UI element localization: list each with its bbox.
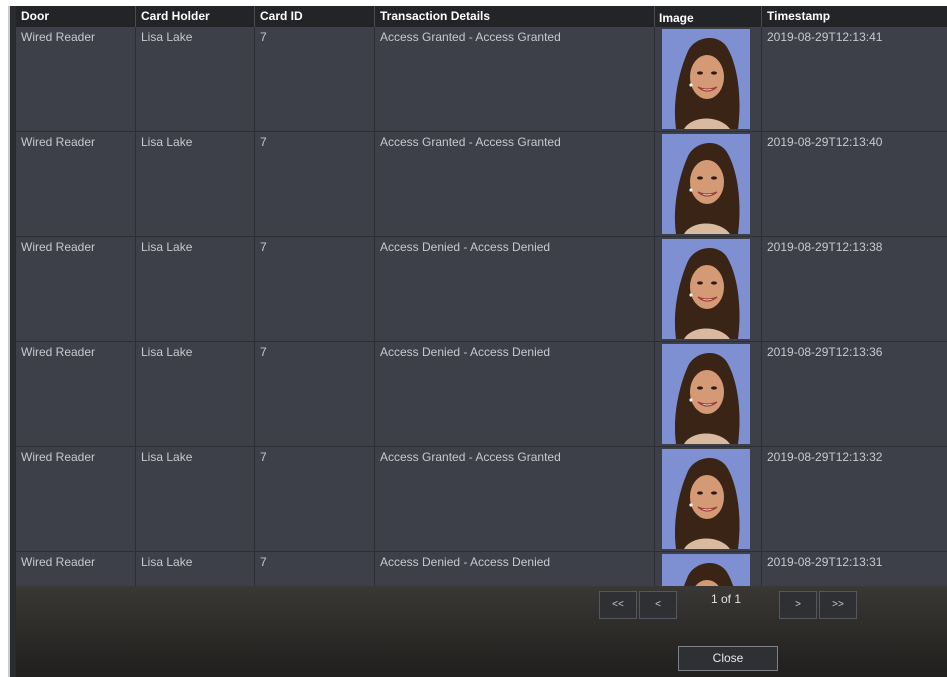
table-row[interactable]: Wired Reader Lisa Lake 7 Access Denied -…	[16, 552, 947, 586]
event-history-panel: Door Card Holder Card ID Transaction Det…	[8, 6, 947, 677]
current-page: 1	[710, 592, 718, 606]
card-id-cell: 7	[255, 447, 375, 551]
card-id-cell: 7	[255, 27, 375, 131]
transaction-details-cell: Access Granted - Access Granted	[375, 27, 655, 131]
card-holder-cell: Lisa Lake	[136, 447, 255, 551]
transaction-details-cell: Access Granted - Access Granted	[375, 447, 655, 551]
image-cell	[655, 237, 762, 341]
card-id-cell: 7	[255, 342, 375, 446]
table-header: Door Card Holder Card ID Transaction Det…	[16, 6, 947, 27]
timestamp-cell: 2019-08-29T12:13:36	[767, 345, 883, 359]
next-page-button[interactable]: >	[779, 591, 817, 619]
transaction-details-cell: Access Granted - Access Granted	[375, 132, 655, 236]
timestamp-cell: 2019-08-29T12:13:41	[767, 30, 883, 44]
image-cell	[655, 447, 762, 551]
timestamp-cell: 2019-08-29T12:13:31	[767, 555, 883, 569]
door-cell: Wired Reader	[16, 27, 136, 131]
image-cell	[655, 552, 762, 586]
column-header-timestamp[interactable]: Timestamp	[762, 6, 947, 27]
close-button[interactable]: Close	[678, 646, 778, 671]
door-cell: Wired Reader	[16, 132, 136, 236]
transaction-details-cell: Access Denied - Access Denied	[375, 342, 655, 446]
transaction-details-cell: Access Denied - Access Denied	[375, 237, 655, 341]
column-header-card-id[interactable]: Card ID	[255, 6, 375, 27]
table-row[interactable]: Wired Reader Lisa Lake 7 Access Denied -…	[16, 342, 947, 447]
table-row[interactable]: Wired Reader Lisa Lake 7 Access Granted …	[16, 27, 947, 132]
door-cell: Wired Reader	[16, 552, 136, 586]
door-cell: Wired Reader	[16, 342, 136, 446]
previous-page-button[interactable]: <	[639, 591, 677, 619]
events-table: Wired Reader Lisa Lake 7 Access Granted …	[16, 27, 947, 586]
column-header-image[interactable]: Image	[655, 6, 762, 27]
table-row[interactable]: Wired Reader Lisa Lake 7 Access Granted …	[16, 447, 947, 552]
cardholder-photo	[662, 239, 750, 339]
first-page-button[interactable]: <<	[599, 591, 637, 619]
column-header-door[interactable]: Door	[16, 6, 136, 27]
card-id-cell: 7	[255, 552, 375, 586]
image-cell	[655, 27, 762, 131]
card-holder-cell: Lisa Lake	[136, 342, 255, 446]
image-cell	[655, 132, 762, 236]
timestamp-cell: 2019-08-29T12:13:40	[767, 135, 883, 149]
column-header-transaction-details[interactable]: Transaction Details	[375, 6, 655, 27]
cardholder-photo	[662, 29, 750, 129]
card-id-cell: 7	[255, 237, 375, 341]
page-indicator: 1 of 1	[696, 592, 756, 606]
card-id-cell: 7	[255, 132, 375, 236]
table-row[interactable]: Wired Reader Lisa Lake 7 Access Denied -…	[16, 237, 947, 342]
transaction-details-cell: Access Denied - Access Denied	[375, 552, 655, 586]
image-cell	[655, 342, 762, 446]
door-cell: Wired Reader	[16, 237, 136, 341]
table-row[interactable]: Wired Reader Lisa Lake 7 Access Granted …	[16, 132, 947, 237]
column-header-card-holder[interactable]: Card Holder	[136, 6, 255, 27]
cardholder-photo	[662, 449, 750, 549]
door-cell: Wired Reader	[16, 447, 136, 551]
cardholder-photo	[662, 344, 750, 444]
panel-left-border	[8, 6, 10, 677]
card-holder-cell: Lisa Lake	[136, 552, 255, 586]
page-of-label: of	[720, 592, 731, 606]
cardholder-photo	[662, 134, 750, 234]
timestamp-cell: 2019-08-29T12:13:38	[767, 240, 883, 254]
last-page-button[interactable]: >>	[819, 591, 857, 619]
card-holder-cell: Lisa Lake	[136, 27, 255, 131]
cardholder-photo	[662, 554, 750, 586]
dialog-footer: << < 1 of 1 > >> Close	[16, 586, 947, 677]
timestamp-cell: 2019-08-29T12:13:32	[767, 450, 883, 464]
card-holder-cell: Lisa Lake	[136, 132, 255, 236]
total-pages: 1	[734, 592, 742, 606]
card-holder-cell: Lisa Lake	[136, 237, 255, 341]
